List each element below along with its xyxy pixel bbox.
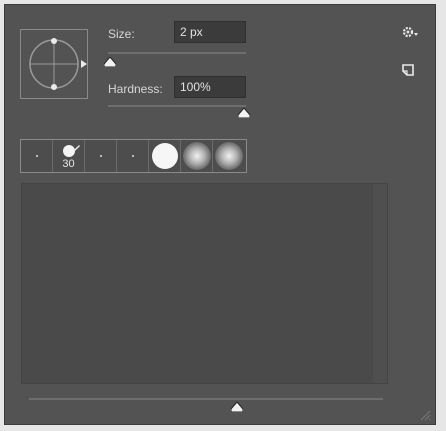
brush-preset-panel: Size: 2 px Hardness: 100% 30 [4,4,436,425]
preset-dot-1[interactable] [21,140,53,172]
size-field[interactable]: 2 px [174,21,246,43]
size-slider-handle[interactable] [104,57,116,67]
preset-soft-round-1[interactable] [181,140,213,172]
preset-size-label: 30 [62,158,75,170]
gear-icon[interactable] [402,25,420,39]
brush-preset-strip: 30 [20,139,247,173]
brush-preset-list[interactable] [21,183,388,384]
hardness-label: Hardness: [108,82,163,96]
hardness-slider-handle[interactable] [238,108,250,118]
brush-angle-circle-icon[interactable] [21,30,87,98]
preset-list-scrollbar[interactable] [373,184,387,383]
preset-soft-round-2[interactable] [213,140,245,172]
resize-grip-icon[interactable] [419,409,431,421]
soft-round-brush-icon [215,142,243,170]
size-label: Size: [108,27,135,41]
size-slider-track[interactable] [108,52,246,54]
new-preset-icon[interactable] [401,63,415,77]
pen-pressure-icon [74,145,80,151]
thumbnail-size-slider-handle[interactable] [231,402,243,412]
preset-dot-3[interactable] [117,140,149,172]
preset-dot-2[interactable] [85,140,117,172]
hardness-slider-track[interactable] [108,105,246,107]
preset-hard-round-large[interactable] [149,140,181,172]
hardness-field[interactable]: 100% [174,76,246,98]
preset-hard-round-30[interactable]: 30 [53,140,85,172]
hard-round-large-brush-icon [151,143,178,169]
brush-angle-roundness-preview[interactable] [20,29,88,99]
soft-round-brush-icon [182,142,211,170]
thumbnail-size-slider-track[interactable] [29,398,383,400]
